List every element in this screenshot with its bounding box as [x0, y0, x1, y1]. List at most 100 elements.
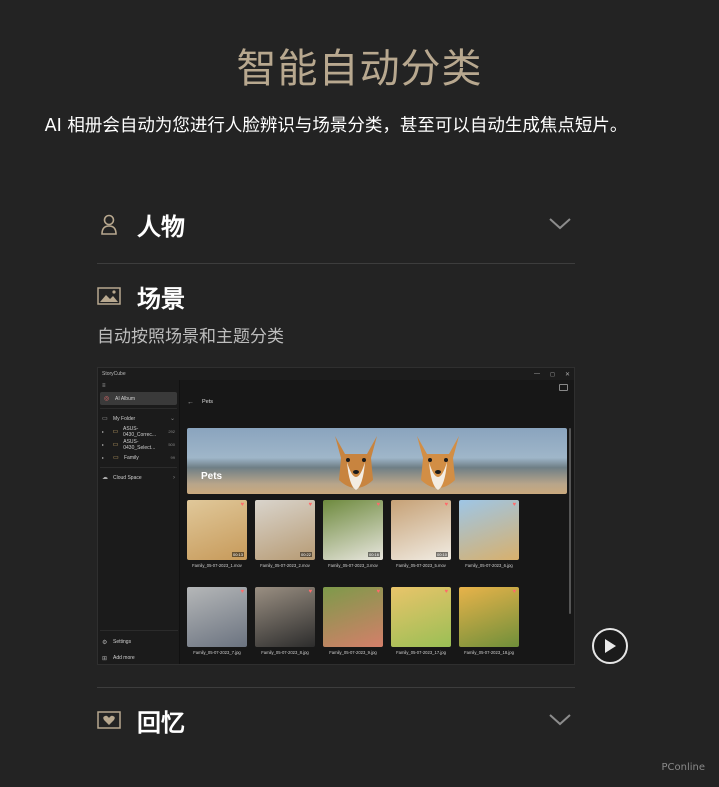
photo-filename: Family_05-07-2023_7.jpg — [193, 650, 241, 655]
maximize-icon: ◻ — [549, 371, 555, 378]
sidebar-label: Cloud Space — [113, 474, 142, 481]
photo-image: ♥ — [391, 587, 451, 647]
page-title: 智能自动分类 — [236, 46, 483, 92]
video-duration: 00:16 — [367, 552, 380, 557]
heart-icon: ♥ — [376, 502, 380, 508]
sidebar-label: AI Album — [115, 395, 136, 402]
folder-count: 500 — [168, 442, 175, 447]
memory-icon — [97, 708, 121, 732]
sidebar-label: My Folder — [113, 415, 136, 422]
photo-filename: Family_05-07-2023_1.mov — [192, 563, 242, 568]
accordion-label-memories: 回忆 — [137, 708, 185, 737]
expand-arrow-icon: ▸ — [102, 429, 105, 434]
folder-count: 99 — [170, 455, 175, 460]
heart-icon: ♥ — [308, 589, 312, 595]
photo-thumbnail[interactable]: ♥ 00:16 Family_05-07-2023_3.mov — [323, 500, 383, 568]
folder-name: ASUS-0430_Correc... — [123, 425, 157, 438]
folder-icon: ▭ — [102, 416, 108, 422]
album-banner: Pets — [187, 428, 567, 494]
heart-icon: ♥ — [376, 589, 380, 595]
expand-arrow-icon: ▸ — [102, 442, 105, 447]
accordion-label-scene: 场景 — [137, 284, 185, 313]
photo-thumbnail[interactable]: ♥ 00:13 Family_05-07-2023_1.mov — [187, 500, 247, 568]
hamburger-menu: ≡ — [98, 380, 179, 392]
heart-icon: ♥ — [512, 502, 516, 508]
divider — [97, 687, 575, 688]
sidebar-item-settings: ⚙ Settings — [98, 634, 180, 650]
video-duration: 00:13 — [231, 552, 244, 557]
sidebar-folder: ▸ ▭ ASUS-0430_Select... 500 — [98, 438, 179, 451]
divider — [100, 408, 177, 409]
video-duration: 00:10 — [435, 552, 448, 557]
photo-filename: Family_05-07-2023_8.jpg — [261, 650, 309, 655]
sidebar-item-cloud-space: ☁ Cloud Space › — [98, 471, 179, 484]
accordion-memories[interactable]: 回忆 — [97, 700, 575, 740]
folder-icon: ▭ — [112, 429, 119, 435]
play-button[interactable] — [592, 628, 628, 664]
back-arrow-icon: ← — [187, 398, 194, 406]
photo-filename: Family_05-07-2023_17.jpg — [396, 650, 446, 655]
heart-icon: ♥ — [240, 589, 244, 595]
heart-icon: ♥ — [308, 502, 312, 508]
cloud-icon: ☁ — [102, 475, 108, 481]
accordion-scene[interactable]: 场景 — [97, 276, 575, 316]
heart-icon: ♥ — [240, 502, 244, 508]
accordion-people[interactable]: 人物 — [97, 204, 575, 244]
photo-thumbnail[interactable]: ♥ Family_05-07-2023_7.jpg — [187, 587, 247, 655]
app-titlebar: StoryCube — ◻ ✕ — [98, 368, 574, 380]
page-subtitle: AI 相册会自动为您进行人脸辨识与场景分类，甚至可以自动生成焦点短片。 — [44, 116, 628, 136]
app-window-title: StoryCube — [102, 371, 126, 377]
photo-image: ♥ 00:10 — [391, 500, 451, 560]
photo-image: ♥ — [187, 587, 247, 647]
chevron-right-icon: › — [173, 474, 175, 481]
divider — [97, 263, 575, 264]
photo-image: ♥ — [459, 587, 519, 647]
photo-thumbnail[interactable]: ♥ Family_05-07-2023_17.jpg — [391, 587, 451, 655]
image-icon — [97, 284, 121, 308]
sidebar-item-ai-album: ◎ AI Album — [100, 392, 177, 405]
close-icon: ✕ — [564, 371, 570, 378]
corgi-illustration — [335, 436, 377, 490]
accordion-label-people: 人物 — [137, 212, 185, 241]
heart-icon: ♥ — [444, 589, 448, 595]
chevron-down-icon[interactable] — [545, 209, 575, 239]
photo-filename: Family_05-07-2023_9.jpg — [329, 650, 377, 655]
app-main: ← Pets Pets ♥ 00:13 Family_05-07-2023_1.mo… — [181, 380, 574, 664]
photo-image: ♥ 00:16 — [323, 500, 383, 560]
divider — [100, 630, 178, 631]
sidebar-item-add-more: ⊞ Add more — [98, 650, 180, 664]
photo-image: ♥ 00:22 — [255, 500, 315, 560]
folder-name: ASUS-0430_Select... — [123, 438, 156, 451]
sidebar-folder: ▸ ▭ Family 99 — [98, 451, 179, 464]
photo-thumbnail[interactable]: ♥ Family_05-07-2023_6.jpg — [459, 500, 519, 568]
ai-album-icon: ◎ — [104, 396, 110, 402]
banner-label: Pets — [201, 471, 223, 482]
photo-image: ♥ — [255, 587, 315, 647]
expand-arrow-icon: ▸ — [102, 455, 105, 460]
plus-icon: ⊞ — [102, 655, 108, 662]
chevron-down-icon[interactable] — [545, 705, 575, 735]
photo-filename: Family_05-07-2023_18.jpg — [464, 650, 514, 655]
minimize-icon: — — [533, 370, 540, 377]
app-screenshot: StoryCube — ◻ ✕ ≡ ◎ AI Album ▭ My Folder… — [97, 367, 575, 665]
sidebar-folder: ▸ ▭ ASUS-0430_Correc... 292 — [98, 425, 179, 438]
sidebar-label: Settings — [113, 639, 132, 645]
photo-thumbnail[interactable]: ♥ Family_05-07-2023_8.jpg — [255, 587, 315, 655]
view-toggle-icon — [559, 383, 568, 391]
divider — [100, 467, 177, 468]
gear-icon: ⚙ — [102, 639, 108, 646]
folder-icon: ▭ — [112, 442, 119, 448]
sidebar-item-my-folder: ▭ My Folder ⌄ — [98, 412, 179, 425]
video-duration: 00:22 — [299, 552, 312, 557]
photo-thumbnail[interactable]: ♥ 00:10 Family_05-07-2023_5.mov — [391, 500, 451, 568]
photo-thumbnail[interactable]: ♥ Family_05-07-2023_18.jpg — [459, 587, 519, 655]
photo-thumbnail[interactable]: ♥ Family_05-07-2023_9.jpg — [323, 587, 383, 655]
sidebar-label: Add more — [113, 655, 135, 661]
breadcrumb-label: Pets — [202, 399, 214, 405]
photo-thumbnail[interactable]: ♥ 00:22 Family_05-07-2023_2.mov — [255, 500, 315, 568]
person-icon — [97, 212, 121, 236]
photo-filename: Family_05-07-2023_5.mov — [396, 563, 446, 568]
photo-image: ♥ — [459, 500, 519, 560]
heart-icon: ♥ — [444, 502, 448, 508]
folder-name: Family — [124, 454, 139, 461]
